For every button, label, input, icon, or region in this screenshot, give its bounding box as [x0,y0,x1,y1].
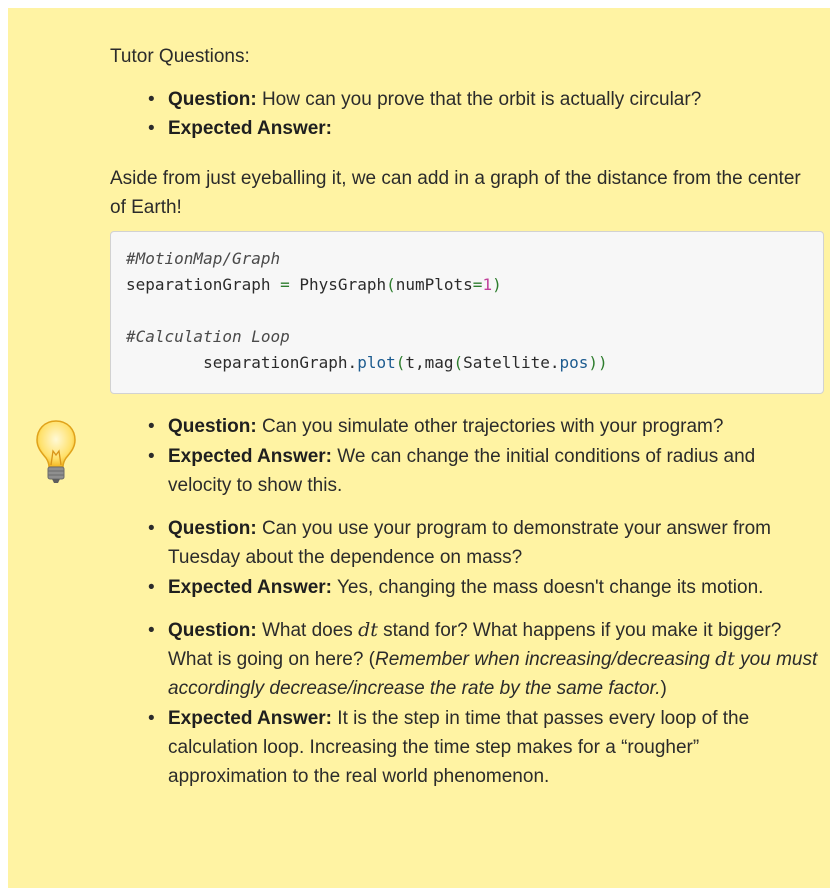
question-group: Question: Can you use your program to de… [110,514,822,602]
math-dt: dt [715,648,735,670]
answer-label: Expected Answer: [168,118,333,139]
list-item: Expected Answer: Yes, changing the mass … [148,573,822,602]
list-item: Expected Answer: We can change the initi… [148,442,822,500]
list-item: Question: Can you simulate other traject… [148,412,822,441]
tutor-notes-panel: Tutor Questions: Question: How can you p… [8,8,830,888]
question-label: Question: [168,416,257,437]
question-label: Question: [168,620,257,641]
question-group: Question: Can you simulate other traject… [110,412,822,500]
math-dt: dt [358,619,378,641]
answer-label: Expected Answer: [168,577,333,598]
question-text: Can you simulate other trajectories with… [256,416,724,437]
list-item: Question: How can you prove that the orb… [148,85,702,114]
tutor-questions-heading: Tutor Questions: [110,46,250,67]
question-list-1: Question: How can you prove that the orb… [110,85,701,143]
lightbulb-icon [36,420,76,483]
code-block: #MotionMap/Graph separationGraph = PhysG… [110,231,824,394]
answer-label: Expected Answer: [168,708,333,729]
list-item: Expected Answer: [148,114,701,143]
question-text: Can you use your program to demonstrate … [168,518,771,568]
answer-label: Expected Answer: [168,446,333,467]
list-item: Expected Answer: It is the step in time … [148,704,822,791]
answer-text: Yes, changing the mass doesn't change it… [332,577,764,598]
question-label: Question: [168,89,257,110]
question-text: How can you prove that the orbit is actu… [256,89,702,110]
code-line: separationGraph.plot(t,mag(Satellite.pos… [126,353,608,372]
question-groups: Question: Can you simulate other traject… [110,412,822,805]
code-comment: #MotionMap/Graph [126,249,281,268]
code-line: separationGraph = PhysGraph(numPlots=1) [126,275,502,294]
list-item: Question: Can you use your program to de… [148,514,822,572]
list-item: Question: What does dt stand for? What h… [148,616,822,703]
aside-paragraph: Aside from just eyeballing it, we can ad… [110,168,801,218]
question-label: Question: [168,518,257,539]
code-comment: #Calculation Loop [126,327,290,346]
question-group: Question: What does dt stand for? What h… [110,616,822,791]
